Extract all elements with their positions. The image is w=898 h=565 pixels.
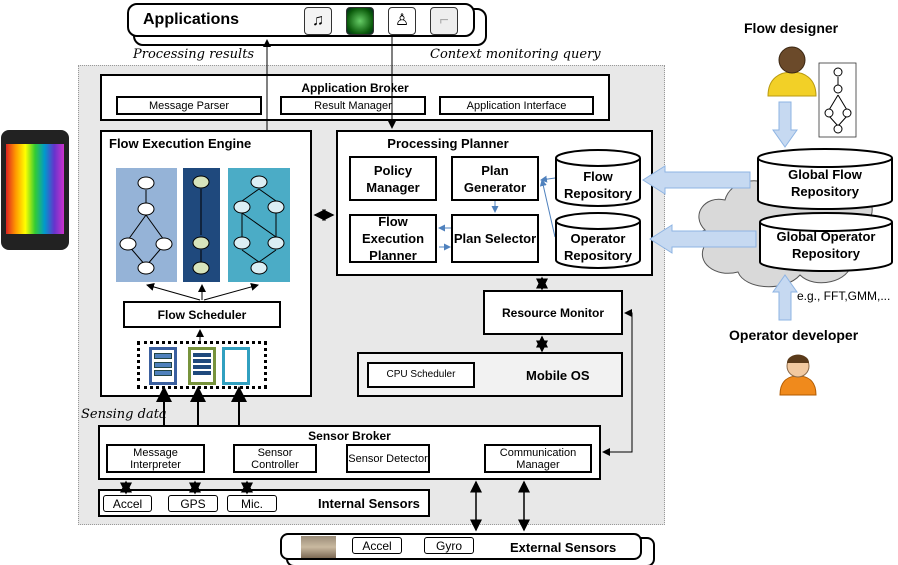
flow-graph-3 [233, 175, 285, 275]
global-flow-repository-label: Global Flow Repository [788, 167, 862, 199]
flow-graph-1 [119, 176, 173, 275]
flow-graph-2 [192, 175, 210, 275]
flow-designer-avatar [767, 46, 817, 97]
designer-flow-graph [818, 62, 857, 138]
architecture-diagram: Applications ♫ ♙ ⌐ Processing results Co… [0, 0, 898, 565]
designer-to-global-flow-arrow [772, 101, 798, 148]
connector-layer [119, 37, 893, 532]
operator-developer-label: Operator developer [729, 327, 859, 343]
monitor-comm-arrow [602, 312, 633, 456]
flow-designer-label: Flow designer [744, 20, 839, 36]
global-operator-repository-label: Global Operator Repository [776, 229, 876, 261]
scheduler-to-panel1 [146, 283, 201, 301]
operator-developer-avatar [779, 354, 817, 396]
operator-repository-label: Operator Repository [564, 231, 632, 263]
flow-repository-label: Flow Repository [564, 169, 632, 201]
scheduler-to-panel3 [203, 283, 259, 301]
operator-examples-label: e.g., FFT,GMM,... [797, 289, 891, 303]
